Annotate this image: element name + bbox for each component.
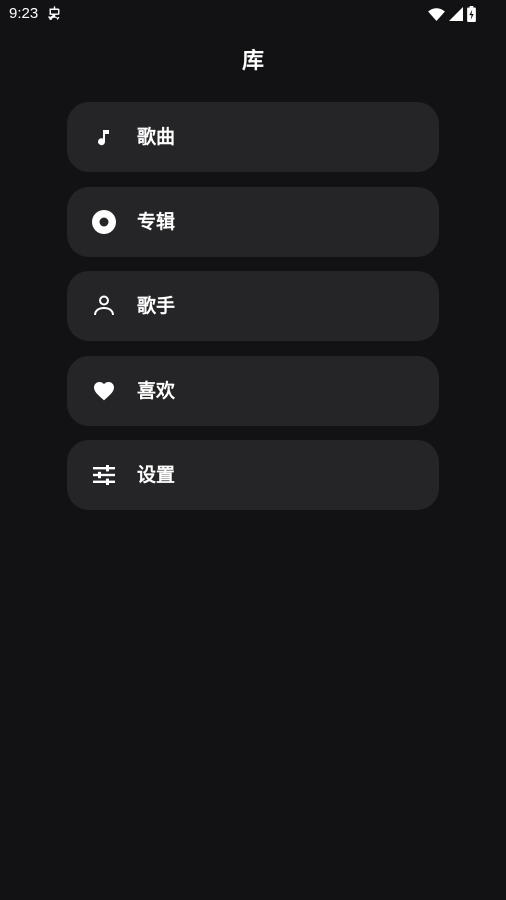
heart-icon	[92, 379, 116, 403]
menu-item-favorites[interactable]: 喜欢	[67, 355, 439, 426]
menu-item-albums[interactable]: 专辑	[67, 186, 439, 257]
wifi-icon	[428, 8, 445, 21]
menu-item-songs[interactable]: 歌曲	[67, 102, 439, 172]
battery-charging-icon	[467, 6, 476, 22]
person-icon	[92, 294, 116, 318]
menu-item-artists[interactable]: 歌手	[67, 271, 439, 341]
debug-icon	[48, 6, 60, 20]
menu-item-label: 专辑	[137, 210, 176, 233]
menu-item-settings[interactable]: 设置	[67, 440, 439, 510]
status-icons	[428, 6, 476, 22]
page-title: 库	[241, 49, 264, 74]
menu-item-label: 喜欢	[137, 379, 176, 402]
settings-sliders-icon	[92, 463, 116, 487]
status-time: 9:23	[9, 5, 39, 22]
album-disc-icon	[92, 209, 116, 234]
music-note-icon	[92, 125, 116, 149]
status-bar: 9:23	[0, 0, 506, 28]
menu-item-label: 设置	[137, 464, 176, 486]
menu-item-label: 歌手	[137, 295, 176, 317]
library-menu: 歌曲 专辑 歌手 喜欢 设置	[67, 102, 439, 525]
menu-item-label: 歌曲	[137, 126, 176, 148]
cellular-signal-icon	[449, 7, 463, 21]
